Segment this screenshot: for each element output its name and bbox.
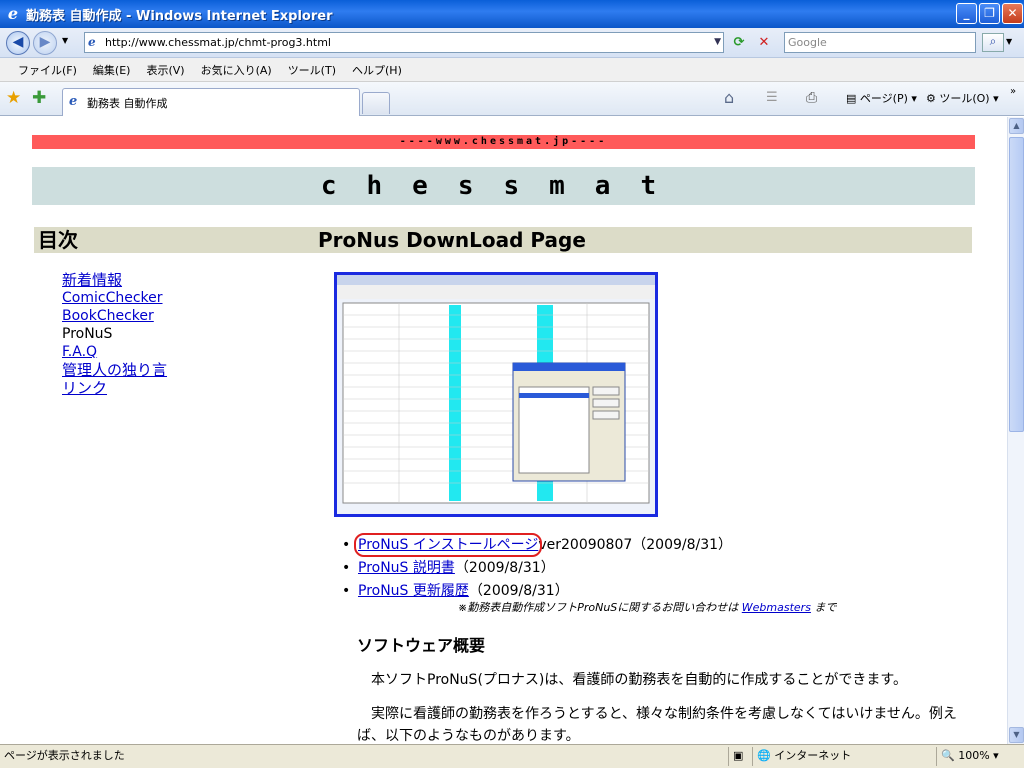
zoom-control[interactable]: 🔍 100% ▾ [936,747,1006,766]
menu-bar: ファイル(F) 編集(E) 表示(V) お気に入り(A) ツール(T) ヘルプ(… [0,58,1024,82]
menu-tools[interactable]: ツール(T) [288,62,336,78]
stop-icon[interactable]: ✕ [755,34,773,52]
protected-mode-icon: ▣ [728,747,752,766]
minimize-button[interactable]: _ [956,3,977,24]
para-2: 実際に看護師の勤務表を作ろうとすると、様々な制約条件を考慮しなくてはいけません。… [357,706,957,744]
page-menu-icon: ▤ [846,92,860,105]
vertical-scrollbar[interactable]: ▲ ▼ [1007,117,1024,744]
overview-text: 本ソフトProNuS(プロナス)は、看護師の勤務表を自動的に作成することができま… [357,669,977,744]
status-text: ページが表示されました [4,749,125,762]
window-title: 勤務表 自動作成 - Windows Internet Explorer [26,8,333,24]
manual-link[interactable]: ProNuS 説明書 [358,560,455,576]
new-tab-button[interactable] [362,92,390,114]
print-icon[interactable]: ⎙ [806,90,817,106]
tab-bar: ★ ✚ e 勤務表 自動作成 ⌂ ☰ ⎙ ▤ ページ(P) ▾ ⚙ ツール(O)… [0,82,1024,116]
globe-icon: 🌐 [757,749,775,762]
title-bar: e 勤務表 自動作成 - Windows Internet Explorer _… [0,0,1024,28]
webmasters-link[interactable]: Webmasters [742,601,811,614]
software-screenshot [334,272,658,517]
tab-page-icon: e [69,94,78,109]
gear-icon: ⚙ [926,92,940,105]
maximize-button[interactable]: ❐ [979,3,1000,24]
close-button[interactable]: ✕ [1002,3,1023,24]
address-bar: ◀ ▶ ▼ e http://www.chessmat.jp/chmt-prog… [0,28,1024,58]
changelog-link[interactable]: ProNuS 更新履歴 [358,583,469,599]
forward-button[interactable]: ▶ [33,31,57,55]
search-options-icon[interactable]: ▼ [1006,37,1012,46]
zoom-icon: 🔍 [941,749,959,762]
toc-header: 目次 [34,227,314,253]
scroll-down-icon[interactable]: ▼ [1009,727,1024,743]
page-content: ----www.chessmat.jp---- chessmat 目次 ProN… [0,117,1007,744]
menu-file[interactable]: ファイル(F) [18,62,77,78]
toc-pronus-current: ProNuS [62,326,113,342]
add-favorite-icon[interactable]: ✚ [32,88,46,108]
toc-faq-link[interactable]: F.A.Q [62,343,167,361]
menu-view[interactable]: 表示(V) [146,62,184,78]
url-field[interactable]: e http://www.chessmat.jp/chmt-prog3.html… [84,32,724,53]
main-header: ProNus DownLoad Page [314,227,972,253]
menu-edit[interactable]: 編集(E) [93,62,131,78]
status-bar: ページが表示されました ▣ 🌐 インターネット 🔍 100% ▾ [0,744,1024,768]
tab-label: 勤務表 自動作成 [87,97,168,110]
refresh-icon[interactable]: ⟳ [730,34,748,52]
home-icon[interactable]: ⌂ [724,88,734,107]
download-list: ProNuS インストールページver20090807（2009/8/31） P… [340,533,732,603]
tab-active[interactable]: e 勤務表 自動作成 [62,88,360,116]
chevron-more-icon[interactable]: » [1010,86,1016,97]
toc-comicchecker-link[interactable]: ComicChecker [62,289,167,307]
menu-favorites[interactable]: お気に入り(A) [201,62,272,78]
ie-logo-icon: e [7,4,19,23]
page-icon: e [88,35,96,49]
scroll-up-icon[interactable]: ▲ [1009,118,1024,134]
list-item: ProNuS 説明書（2009/8/31） [340,557,732,580]
tools-menu[interactable]: ⚙ ツール(O) ▾ [926,90,999,106]
back-button[interactable]: ◀ [6,31,30,55]
screenshot-image [337,275,655,504]
menu-help[interactable]: ヘルプ(H) [352,62,402,78]
toc-blog-link[interactable]: 管理人の独り言 [62,361,167,379]
para-1: 本ソフトProNuS(プロナス)は、看護師の勤務表を自動的に作成することができま… [371,672,907,688]
search-input[interactable]: Google [784,32,976,53]
feeds-icon[interactable]: ☰ [766,90,778,105]
section-title: ソフトウェア概要 [357,636,486,655]
favorites-star-icon[interactable]: ★ [6,88,21,108]
scroll-thumb[interactable] [1009,137,1024,432]
search-icon[interactable]: ⌕ [982,33,1004,52]
contact-note: ※勤務表自動作成ソフトProNuSに関するお問い合わせは Webmasters … [458,601,837,614]
list-item: ProNuS インストールページver20090807（2009/8/31） [340,533,732,557]
page-menu[interactable]: ▤ ページ(P) ▾ [846,90,917,106]
zone-indicator: 🌐 インターネット [752,747,932,766]
install-page-link[interactable]: ProNuS インストールページ [353,533,543,557]
toc-bookchecker-link[interactable]: BookChecker [62,307,167,325]
site-banner: ----www.chessmat.jp---- [32,135,975,149]
site-logo: chessmat [32,167,975,205]
toc-list: 新着情報 ComicChecker BookChecker ProNuS F.A… [62,271,167,397]
toc-news-link[interactable]: 新着情報 [62,271,167,289]
toc-links-link[interactable]: リンク [62,379,167,397]
url-dropdown-icon[interactable]: ▼ [714,33,721,52]
history-dropdown-icon[interactable]: ▼ [62,36,68,45]
